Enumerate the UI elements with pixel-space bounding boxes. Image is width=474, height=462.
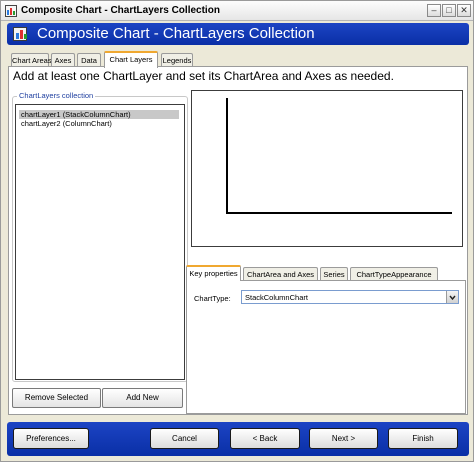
- tab-chart-layers[interactable]: Chart Layers: [104, 51, 158, 68]
- charttype-select[interactable]: StackColumnChart: [241, 290, 459, 304]
- group-legend: ChartLayers collection: [17, 91, 96, 100]
- subtab-series[interactable]: Series: [320, 267, 348, 281]
- title-bar[interactable]: Composite Chart - ChartLayers Collection…: [1, 1, 473, 21]
- chevron-down-icon[interactable]: [446, 291, 458, 303]
- tab-axes[interactable]: Axes: [51, 53, 75, 67]
- subtab-charttype-appearance[interactable]: ChartTypeAppearance: [350, 267, 438, 281]
- chart-layers-page: Add at least one ChartLayer and set its …: [8, 66, 468, 415]
- list-item[interactable]: chartLayer1 (StackColumnChart): [19, 110, 179, 119]
- charttype-value: StackColumnChart: [245, 293, 308, 302]
- charttype-label: ChartType:: [194, 294, 231, 303]
- tab-legends[interactable]: Legends: [161, 53, 193, 67]
- instruction-text: Add at least one ChartLayer and set its …: [13, 69, 394, 83]
- preferences-button[interactable]: Preferences...: [13, 428, 89, 449]
- header-title: Composite Chart - ChartLayers Collection: [37, 25, 315, 42]
- chart-preview: [191, 90, 463, 247]
- minimize-button[interactable]: –: [427, 4, 441, 17]
- close-icon: ✕: [460, 5, 468, 15]
- tab-data[interactable]: Data: [77, 53, 101, 67]
- key-properties-page: ChartType: StackColumnChart: [186, 280, 466, 414]
- add-new-button[interactable]: Add New: [102, 388, 183, 408]
- maximize-button[interactable]: □: [442, 4, 456, 17]
- wizard-header: Composite Chart - ChartLayers Collection: [7, 23, 469, 45]
- maximize-icon: □: [446, 5, 452, 15]
- chart-app-icon: [5, 5, 17, 17]
- chartlayers-listbox[interactable]: chartLayer1 (StackColumnChart) chartLaye…: [15, 104, 185, 380]
- chart-axes-preview: [226, 98, 452, 214]
- next-button[interactable]: Next >: [309, 428, 378, 449]
- chartlayers-group: ChartLayers collection chartLayer1 (Stac…: [12, 91, 188, 382]
- remove-selected-button[interactable]: Remove Selected: [12, 388, 101, 408]
- tab-chart-areas[interactable]: Chart Areas: [11, 53, 52, 67]
- wizard-window: Composite Chart - ChartLayers Collection…: [0, 0, 474, 462]
- back-button[interactable]: < Back: [230, 428, 300, 449]
- cancel-button[interactable]: Cancel: [150, 428, 219, 449]
- wizard-footer: Preferences... Cancel < Back Next > Fini…: [7, 422, 469, 456]
- minimize-icon: –: [431, 5, 437, 15]
- finish-button[interactable]: Finish: [388, 428, 458, 449]
- list-item[interactable]: chartLayer2 (ColumnChart): [19, 119, 179, 128]
- subtab-key-properties[interactable]: Key properties: [186, 265, 241, 281]
- close-button[interactable]: ✕: [457, 4, 471, 17]
- chart-header-icon: [13, 27, 27, 41]
- subtab-chartarea-axes[interactable]: ChartArea and Axes: [243, 267, 318, 281]
- window-title: Composite Chart - ChartLayers Collection: [21, 5, 220, 16]
